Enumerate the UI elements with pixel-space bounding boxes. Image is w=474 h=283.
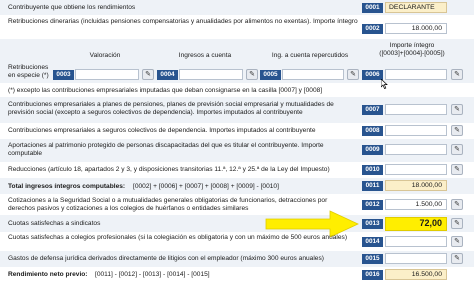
pencil-icon[interactable]: ✎ xyxy=(451,164,463,175)
especie-note: (*) excepto las contribuciones empresari… xyxy=(8,87,323,94)
pensiones-label: Contribuciones empresariales a planes de… xyxy=(8,101,334,116)
pencil-icon[interactable]: ✎ xyxy=(451,236,463,247)
ing-repercutidos-input[interactable] xyxy=(282,69,344,80)
header-valoracion: Valoración xyxy=(89,52,121,59)
row-0009: Aportaciones al patrimonio protegido de … xyxy=(0,139,474,162)
code-0008: 0008 xyxy=(362,126,383,136)
importe-especie-field xyxy=(385,69,447,80)
colegios-label: Cuotas satisfechas a colegios profesiona… xyxy=(8,234,348,241)
code-0009: 0009 xyxy=(362,145,383,155)
row-contribuyente: Contribuyente que obtiene los rendimient… xyxy=(0,0,474,15)
pencil-icon[interactable]: ✎ xyxy=(451,104,463,115)
pencil-icon[interactable]: ✎ xyxy=(451,253,463,264)
total-formula: [0002] + [0006] + [0007] + [0008] + [000… xyxy=(133,183,279,190)
code-0013: 0013 xyxy=(362,219,383,229)
contribuyente-field: DECLARANTE xyxy=(385,2,447,13)
total-field: 18.000,00 xyxy=(385,180,447,191)
pencil-icon[interactable]: ✎ xyxy=(142,69,154,80)
especie-section: Valoración Ingresos a cuenta Ing. a cuen… xyxy=(0,39,474,89)
sindicatos-input[interactable]: 72,00 xyxy=(385,217,447,231)
code-0005: 0005 xyxy=(260,70,281,80)
colegios-input[interactable] xyxy=(385,236,447,247)
dinerarias-input[interactable]: 18.000,00 xyxy=(385,23,447,34)
row-dinerarias: Retribuciones dinerarias (incluidas pens… xyxy=(0,15,474,39)
pensiones-input[interactable] xyxy=(385,104,447,115)
dinerarias-label: Retribuciones dinerarias (incluidas pens… xyxy=(8,18,358,25)
dependencia-label: Contribuciones empresariales a seguros c… xyxy=(8,127,316,134)
sindicatos-label: Cuotas satisfechas a sindicatos xyxy=(8,220,101,227)
header-importe: Importe íntegro ([0003]+[0004]-[0005]) xyxy=(379,42,445,57)
note-row: (*) excepto las contribuciones empresari… xyxy=(0,83,474,97)
row-total: Total ingresos íntegros computables: [00… xyxy=(0,178,474,194)
reducciones-input[interactable] xyxy=(385,164,447,175)
row-0012: Cotizaciones a la Seguridad Social o a m… xyxy=(0,194,474,215)
pencil-icon[interactable]: ✎ xyxy=(451,125,463,136)
rendimiento-neto-formula: [0011] - [0012] - [0013] - [0014] - [001… xyxy=(95,271,210,278)
pencil-icon[interactable]: ✎ xyxy=(451,144,463,155)
pencil-icon[interactable]: ✎ xyxy=(246,69,258,80)
row-0014: Cuotas satisfechas a colegios profesiona… xyxy=(0,232,474,251)
code-0011: 0011 xyxy=(362,181,383,191)
code-0012: 0012 xyxy=(362,200,383,210)
code-0001: 0001 xyxy=(362,3,383,13)
contribuyente-label: Contribuyente que obtiene los rendimient… xyxy=(8,4,136,11)
pencil-icon[interactable]: ✎ xyxy=(451,218,463,229)
total-label: Total ingresos íntegros computables: xyxy=(8,183,126,190)
code-0016: 0016 xyxy=(362,270,383,280)
valoracion-input[interactable] xyxy=(75,69,139,80)
code-0006: 0006 xyxy=(362,70,383,80)
code-0007: 0007 xyxy=(362,105,383,115)
row-0010: Reducciones (artículo 18, apartados 2 y … xyxy=(0,162,474,178)
code-0002: 0002 xyxy=(362,24,383,34)
cotizaciones-input[interactable]: 1.500,00 xyxy=(385,199,447,210)
pencil-icon[interactable]: ✎ xyxy=(451,199,463,210)
defensa-juridica-input[interactable] xyxy=(385,253,447,264)
row-rendimiento-neto: Rendimiento neto previo: [0011] - [0012]… xyxy=(0,267,474,283)
pencil-icon[interactable]: ✎ xyxy=(451,69,463,80)
defensa-juridica-label: Gastos de defensa jurídica derivados dir… xyxy=(8,255,324,262)
code-0015: 0015 xyxy=(362,254,383,264)
header-ingresos: Ingresos a cuenta xyxy=(178,52,232,59)
code-0010: 0010 xyxy=(362,165,383,175)
dependencia-input[interactable] xyxy=(385,125,447,136)
rendimiento-neto-label: Rendimiento neto previo: xyxy=(8,271,88,278)
patrimonio-label: Aportaciones al patrimonio protegido de … xyxy=(8,142,324,157)
rendimiento-neto-field: 16.500,00 xyxy=(385,269,447,280)
row-0013: Cuotas satisfechas a sindicatos 0013 72,… xyxy=(0,210,474,238)
row-0007: Contribuciones empresariales a planes de… xyxy=(0,97,474,123)
code-0003: 0003 xyxy=(53,70,74,80)
reducciones-label: Reducciones (artículo 18, apartados 2 y … xyxy=(8,166,330,173)
ingresos-cuenta-input[interactable] xyxy=(179,69,243,80)
row-0008: Contribuciones empresariales a seguros c… xyxy=(0,123,474,139)
header-ing-repercutidos: Ing. a cuenta repercutidos xyxy=(271,52,349,59)
code-0004: 0004 xyxy=(157,70,178,80)
code-0014: 0014 xyxy=(362,237,383,247)
patrimonio-input[interactable] xyxy=(385,144,447,155)
row-0015: Gastos de defensa jurídica derivados dir… xyxy=(0,251,474,267)
pencil-icon[interactable]: ✎ xyxy=(347,69,359,80)
especie-label: Retribuciones en especie (*) xyxy=(8,64,49,79)
